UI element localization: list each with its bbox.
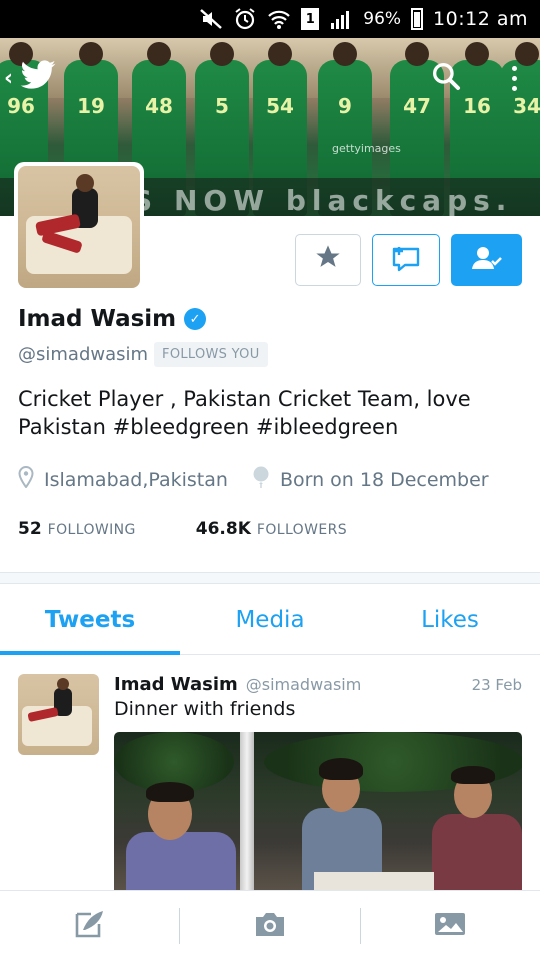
more-vertical-icon-dot <box>511 75 517 81</box>
birthday-text: Born on 18 December <box>279 468 489 491</box>
direct-message-button[interactable] <box>372 234 440 286</box>
search-button[interactable] <box>428 60 464 96</box>
balloon-icon <box>252 466 270 493</box>
location-pin-icon <box>18 465 34 493</box>
banner-watermark: gettyimages <box>332 142 401 155</box>
camera-icon <box>253 910 287 942</box>
clock: 10:12 am <box>433 8 528 30</box>
photo-person <box>126 832 236 890</box>
more-vertical-icon <box>511 65 517 71</box>
following-count: 52 <box>18 519 42 539</box>
location-item: Islamabad,Pakistan <box>18 465 228 493</box>
followers-stat[interactable]: 46.8K FOLLOWERS <box>196 519 347 539</box>
verified-badge-icon: ✓ <box>184 308 207 330</box>
profile-bio: Cricket Player , Pakistan Cricket Team, … <box>18 387 471 439</box>
following-label: FOLLOWING <box>47 522 136 538</box>
search-icon <box>430 60 462 96</box>
profile-meta: Islamabad,Pakistan Born on 18 December <box>18 465 503 493</box>
bottom-toolbar <box>0 890 540 960</box>
display-name: Imad Wasim <box>18 306 177 332</box>
profile-tabs: Tweets Media Likes <box>0 585 540 655</box>
sim-slot-badge: 1 <box>301 8 320 30</box>
tab-media[interactable]: Media <box>180 585 360 654</box>
tweet-date: 23 Feb <box>471 676 522 694</box>
profile-avatar[interactable] <box>14 162 144 292</box>
followers-label: FOLLOWERS <box>256 522 347 538</box>
more-vertical-icon-dot <box>511 85 517 91</box>
tweet-header: Imad Wasim @simadwasim 23 Feb <box>114 674 522 695</box>
compose-tweet-button[interactable] <box>0 891 179 960</box>
location-text: Islamabad,Pakistan <box>44 468 228 491</box>
battery-percent: 96% <box>363 9 402 29</box>
mute-icon <box>199 7 223 31</box>
tab-likes[interactable]: Likes <box>360 585 540 654</box>
following-user-icon <box>470 245 504 275</box>
wifi-icon <box>267 7 291 31</box>
signal-strength-icon <box>329 7 353 31</box>
following-stat[interactable]: 52 FOLLOWING <box>18 519 136 539</box>
photo-hair <box>319 758 363 780</box>
photo-table <box>314 872 434 890</box>
more-options-button[interactable] <box>500 60 528 96</box>
tweet-author-handle: @simadwasim <box>245 675 362 694</box>
avatar-photo <box>18 166 140 288</box>
tab-tweets[interactable]: Tweets <box>0 585 180 655</box>
photo-hair <box>146 782 194 802</box>
photo-pole <box>240 732 254 890</box>
camera-button[interactable] <box>180 891 359 960</box>
status-bar: 1 96% 10:12 am <box>0 0 540 38</box>
follows-you-badge: FOLLOWS YOU <box>154 342 268 367</box>
chevron-left-icon: ‹ <box>4 65 14 91</box>
profile-handle: @simadwasim <box>18 344 149 365</box>
compose-tweet-icon <box>73 908 107 944</box>
gallery-button[interactable] <box>361 891 540 960</box>
star-icon <box>314 243 342 278</box>
image-gallery-icon <box>433 910 467 942</box>
alarm-icon <box>233 7 257 31</box>
tweet-text: Dinner with friends <box>114 698 296 720</box>
photo-person <box>432 814 522 890</box>
profile-name-row: Imad Wasim ✓ <box>18 306 207 332</box>
birthday-item: Born on 18 December <box>252 466 489 493</box>
photo-hair <box>451 766 495 784</box>
following-button[interactable] <box>451 234 522 286</box>
direct-message-icon <box>390 243 422 277</box>
profile-handle-row: @simadwasim FOLLOWS YOU <box>18 342 268 367</box>
tweet-author-name: Imad Wasim <box>114 674 238 695</box>
back-button[interactable]: ‹ <box>4 60 57 96</box>
favorite-button[interactable] <box>295 234 361 286</box>
profile-stats: 52 FOLLOWING 46.8K FOLLOWERS <box>18 519 347 539</box>
twitter-bird-icon <box>19 60 57 96</box>
tweet-photo[interactable] <box>114 732 522 890</box>
section-divider <box>0 572 540 584</box>
tweet-avatar[interactable] <box>18 674 99 755</box>
followers-count: 46.8K <box>195 519 251 539</box>
tweet-item[interactable]: Imad Wasim @simadwasim 23 Feb Dinner wit… <box>0 656 540 890</box>
battery-icon <box>411 8 424 30</box>
